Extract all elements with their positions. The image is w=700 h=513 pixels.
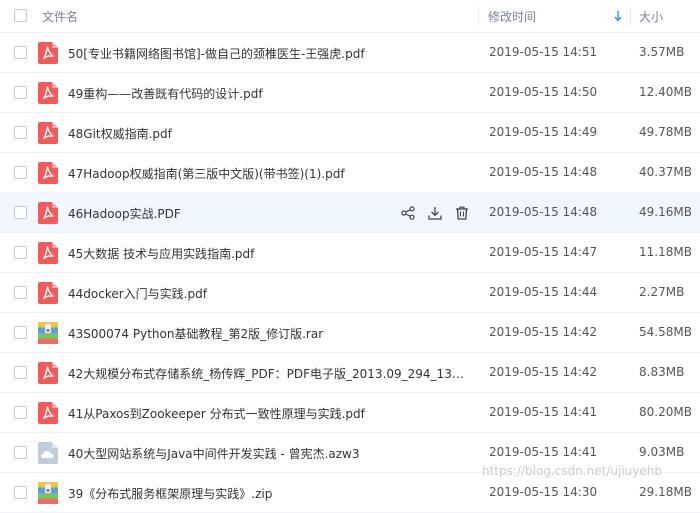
- file-row[interactable]: 50[专业书籍网络图书馆]-做自己的颈椎医生-王强虎.pdf 2019-05-15…: [0, 33, 700, 73]
- column-divider[interactable]: [478, 6, 479, 26]
- row-checkbox[interactable]: [14, 366, 27, 379]
- file-name[interactable]: 50[专业书籍网络图书馆]-做自己的颈椎医生-王强虎.pdf: [68, 45, 468, 62]
- file-modified-time: 2019-05-15 14:51: [489, 45, 598, 59]
- file-size: 49.78MB: [639, 125, 692, 139]
- file-size: 49.16MB: [639, 205, 692, 219]
- share-icon: [401, 206, 415, 220]
- select-all-checkbox[interactable]: [14, 9, 27, 22]
- delete-button[interactable]: [453, 204, 471, 222]
- pdf-file-icon: [38, 282, 58, 304]
- file-size: 54.58MB: [639, 325, 692, 339]
- row-checkbox[interactable]: [14, 286, 27, 299]
- file-row[interactable]: 42大规模分布式存储系统_杨传辉_PDF：PDF电子版_2013.09_294_…: [0, 353, 700, 393]
- file-name[interactable]: 45大数据 技术与应用实践指南.pdf: [68, 245, 468, 262]
- share-button[interactable]: [399, 204, 417, 222]
- file-name[interactable]: 40大型网站系统与Java中间件开发实践 - 曾宪杰.azw3: [68, 445, 468, 462]
- row-checkbox[interactable]: [14, 86, 27, 99]
- file-modified-time: 2019-05-15 14:50: [489, 85, 598, 99]
- file-row[interactable]: 48Git权威指南.pdf 2019-05-15 14:49 49.78MB: [0, 113, 700, 153]
- file-size: 40.37MB: [639, 165, 692, 179]
- file-row[interactable]: 44docker入门与实践.pdf 2019-05-15 14:44 2.27MB: [0, 273, 700, 313]
- column-header-time[interactable]: 修改时间: [488, 8, 536, 25]
- archive-file-icon: [38, 482, 58, 504]
- file-row[interactable]: 49重构——改善既有代码的设计.pdf 2019-05-15 14:50 12.40…: [0, 73, 700, 113]
- pdf-file-icon: [38, 242, 58, 264]
- file-modified-time: 2019-05-15 14:41: [489, 445, 598, 459]
- file-modified-time: 2019-05-15 14:30: [489, 485, 598, 499]
- row-checkbox[interactable]: [14, 46, 27, 59]
- file-modified-time: 2019-05-15 14:44: [489, 285, 598, 299]
- sort-descending-icon[interactable]: [614, 10, 622, 22]
- file-modified-time: 2019-05-15 14:48: [489, 205, 598, 219]
- row-checkbox[interactable]: [14, 126, 27, 139]
- archive-file-icon: [38, 322, 58, 344]
- file-modified-time: 2019-05-15 14:47: [489, 245, 598, 259]
- row-checkbox[interactable]: [14, 406, 27, 419]
- file-size: 11.18MB: [639, 245, 692, 259]
- file-name[interactable]: 47Hadoop权威指南(第三版中文版)(带书签)(1).pdf: [68, 165, 468, 182]
- file-list-header: 文件名 修改时间 大小: [0, 0, 700, 33]
- file-modified-time: 2019-05-15 14:42: [489, 365, 598, 379]
- cloud-file-icon: [38, 442, 58, 464]
- download-button[interactable]: [426, 204, 444, 222]
- row-checkbox[interactable]: [14, 206, 27, 219]
- file-row[interactable]: 47Hadoop权威指南(第三版中文版)(带书签)(1).pdf 2019-05-…: [0, 153, 700, 193]
- pdf-file-icon: [38, 362, 58, 384]
- file-name[interactable]: 42大规模分布式存储系统_杨传辉_PDF：PDF电子版_2013.09_294_…: [68, 365, 468, 382]
- file-size: 8.83MB: [639, 365, 685, 379]
- file-name[interactable]: 46Hadoop实战.PDF: [68, 205, 388, 222]
- row-actions: [399, 204, 471, 222]
- file-size: 80.20MB: [639, 405, 692, 419]
- pdf-file-icon: [38, 82, 58, 104]
- file-name[interactable]: 44docker入门与实践.pdf: [68, 285, 468, 302]
- file-row[interactable]: 39《分布式服务框架原理与实践》.zip 2019-05-15 14:30 29.1…: [0, 473, 700, 513]
- file-size: 12.40MB: [639, 85, 692, 99]
- file-row[interactable]: 41从Paxos到Zookeeper 分布式一致性原理与实践.pdf 2019-0…: [0, 393, 700, 433]
- watermark: https://blog.csdn.net/ujiuyehb: [482, 464, 662, 478]
- row-checkbox[interactable]: [14, 166, 27, 179]
- file-name[interactable]: 41从Paxos到Zookeeper 分布式一致性原理与实践.pdf: [68, 405, 468, 422]
- file-size: 3.57MB: [639, 45, 685, 59]
- file-modified-time: 2019-05-15 14:48: [489, 165, 598, 179]
- column-header-size[interactable]: 大小: [639, 8, 663, 25]
- pdf-file-icon: [38, 402, 58, 424]
- file-name[interactable]: 43S00074 Python基础教程_第2版_修订版.rar: [68, 325, 468, 342]
- file-row[interactable]: 46Hadoop实战.PDF 2019-05-15 14:48 49.16MB: [0, 193, 700, 233]
- row-checkbox[interactable]: [14, 326, 27, 339]
- column-divider[interactable]: [630, 6, 631, 26]
- file-modified-time: 2019-05-15 14:42: [489, 325, 598, 339]
- file-list: 50[专业书籍网络图书馆]-做自己的颈椎医生-王强虎.pdf 2019-05-15…: [0, 33, 700, 513]
- file-row[interactable]: 43S00074 Python基础教程_第2版_修订版.rar 2019-05-1…: [0, 313, 700, 353]
- file-modified-time: 2019-05-15 14:41: [489, 405, 598, 419]
- file-size: 9.03MB: [639, 445, 685, 459]
- row-checkbox[interactable]: [14, 486, 27, 499]
- pdf-file-icon: [38, 202, 58, 224]
- pdf-file-icon: [38, 42, 58, 64]
- file-modified-time: 2019-05-15 14:49: [489, 125, 598, 139]
- row-checkbox[interactable]: [14, 446, 27, 459]
- file-size: 2.27MB: [639, 285, 685, 299]
- row-checkbox[interactable]: [14, 246, 27, 259]
- trash-icon: [456, 206, 468, 220]
- pdf-file-icon: [38, 122, 58, 144]
- file-name[interactable]: 48Git权威指南.pdf: [68, 125, 468, 142]
- file-row[interactable]: 45大数据 技术与应用实践指南.pdf 2019-05-15 14:47 11.18…: [0, 233, 700, 273]
- download-icon: [428, 207, 442, 220]
- pdf-file-icon: [38, 162, 58, 184]
- column-header-name[interactable]: 文件名: [42, 8, 78, 25]
- file-size: 29.18MB: [639, 485, 692, 499]
- file-name[interactable]: 49重构——改善既有代码的设计.pdf: [68, 85, 468, 102]
